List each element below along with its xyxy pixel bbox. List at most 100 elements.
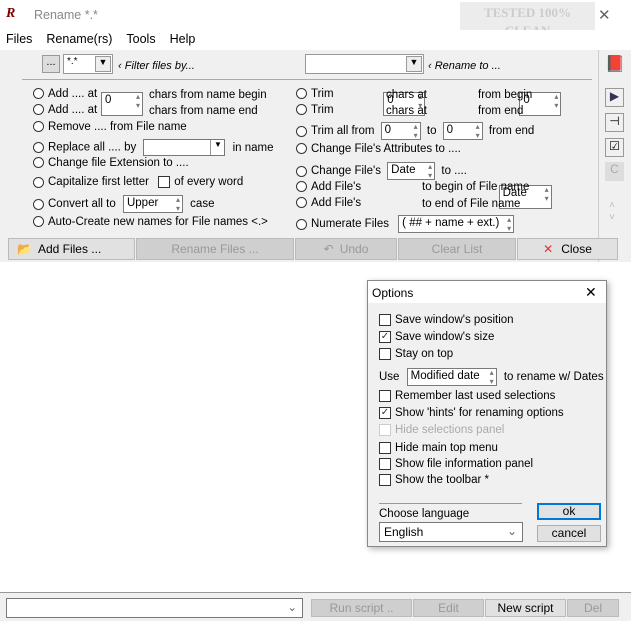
add-chars-spinner[interactable]: 0 xyxy=(101,92,143,116)
option-checkbox-row[interactable]: Hide main top menu xyxy=(379,442,498,454)
case-spinner[interactable]: Upper xyxy=(122,195,183,213)
close-window-button[interactable]: ✕ xyxy=(598,6,611,24)
checkbox[interactable] xyxy=(379,348,391,360)
option-replace[interactable]: Replace all .... by ▼ in name xyxy=(33,139,274,156)
close-button[interactable]: ✕ Close xyxy=(517,238,618,260)
app-icon: R xyxy=(6,6,16,21)
option-remove[interactable]: Remove .... from File name xyxy=(33,121,187,133)
dialog-title-bar: Options ✕ xyxy=(368,281,606,303)
label: from end xyxy=(488,125,535,138)
filter-combo[interactable]: *.* ▼ xyxy=(63,54,113,74)
label: Clear List xyxy=(431,242,483,256)
menu-tools[interactable]: Tools xyxy=(126,32,155,46)
radio[interactable] xyxy=(33,198,44,210)
option-numerate[interactable]: Numerate Files ( ## + name + ext.) xyxy=(296,215,515,233)
rename-files-button[interactable]: Rename Files ... xyxy=(136,238,294,260)
edit-button[interactable]: Edit xyxy=(413,599,484,617)
option-add-begin[interactable]: Add .... at xyxy=(33,88,97,100)
trim-from-spinner[interactable]: 0 xyxy=(380,122,421,140)
checkbox[interactable] xyxy=(379,314,391,326)
radio[interactable] xyxy=(296,125,307,137)
menu-files[interactable]: Files xyxy=(6,32,32,46)
option-checkbox-row[interactable]: Save window's position xyxy=(379,314,514,326)
radio[interactable] xyxy=(296,181,307,193)
radio[interactable] xyxy=(33,176,44,188)
option-change-date[interactable]: Change File's Date to .... xyxy=(296,162,467,180)
checkbox[interactable]: ✓ xyxy=(379,331,391,343)
option-checkbox-row[interactable]: Hide selections panel xyxy=(379,424,504,436)
dropdown-arrow-icon[interactable]: ▼ xyxy=(95,56,111,72)
run-script-button[interactable]: Run script .. xyxy=(311,599,412,617)
label: Change File's Attributes to .... xyxy=(311,143,461,155)
option-checkbox-row[interactable]: Show file information panel xyxy=(379,458,533,470)
new-script-button[interactable]: New script xyxy=(485,599,566,617)
book-icon[interactable]: 📕 xyxy=(605,54,625,74)
dropdown-arrow-icon[interactable]: ▼ xyxy=(210,140,224,155)
ok-button[interactable]: ok xyxy=(537,503,601,520)
option-auto-create[interactable]: Auto-Create new names for File names <.> xyxy=(33,216,268,228)
pin-icon[interactable]: ⊣ xyxy=(605,113,624,132)
checkbox[interactable] xyxy=(379,424,391,436)
c-icon[interactable]: C xyxy=(605,162,624,181)
checkbox[interactable] xyxy=(379,474,391,486)
radio[interactable] xyxy=(33,157,44,169)
option-trim-begin[interactable]: Trim xyxy=(296,88,334,100)
radio[interactable] xyxy=(33,104,44,116)
checklist-icon[interactable]: ☑ xyxy=(605,138,624,157)
play-icon[interactable]: ▶ xyxy=(605,88,624,107)
browse-button[interactable]: ... xyxy=(42,55,60,73)
radio[interactable] xyxy=(296,88,307,100)
add-files-button[interactable]: 📂 Add Files ... xyxy=(8,238,135,260)
radio[interactable] xyxy=(296,104,307,116)
label: chars at xyxy=(386,89,427,101)
checkbox[interactable]: ✓ xyxy=(379,407,391,419)
radio[interactable] xyxy=(33,121,44,133)
radio[interactable] xyxy=(296,218,307,230)
dialog-close-button[interactable]: ✕ xyxy=(585,284,597,301)
scroll-arrows-icon[interactable]: ˄ ˅ xyxy=(609,200,615,224)
checkbox[interactable] xyxy=(379,390,391,402)
option-trim-all[interactable]: Trim all from 0 to 0 from end xyxy=(296,122,534,140)
cancel-button[interactable]: cancel xyxy=(537,525,601,542)
option-capitalize[interactable]: Capitalize first letter of every word xyxy=(33,176,243,188)
option-checkbox-row[interactable]: ✓ Save window's size xyxy=(379,331,494,343)
date-spinner[interactable]: Date xyxy=(387,162,436,180)
replace-combo[interactable]: ▼ xyxy=(143,139,226,156)
option-change-attributes[interactable]: Change File's Attributes to .... xyxy=(296,143,461,155)
radio[interactable] xyxy=(33,88,44,100)
undo-button[interactable]: ↶ Undo xyxy=(295,238,397,260)
clear-list-button[interactable]: Clear List xyxy=(398,238,516,260)
del-button[interactable]: Del xyxy=(567,599,619,617)
label: Save window's position xyxy=(395,314,514,327)
option-checkbox-row[interactable]: ✓ Show 'hints' for renaming options xyxy=(379,407,564,419)
rename-to-combo[interactable]: ▼ xyxy=(305,54,424,74)
option-convert[interactable]: Convert all to Upper case xyxy=(33,195,214,213)
option-change-extension[interactable]: Change file Extension to .... xyxy=(33,157,189,169)
date-type-spinner[interactable]: Modified date xyxy=(406,368,497,386)
option-trim-end[interactable]: Trim xyxy=(296,104,334,116)
radio[interactable] xyxy=(296,143,307,155)
numerate-format-spinner[interactable]: ( ## + name + ext.) xyxy=(398,215,515,233)
language-select[interactable]: English ⌄ xyxy=(379,522,523,542)
option-checkbox-row[interactable]: Stay on top xyxy=(379,348,453,360)
script-select[interactable]: ⌄ xyxy=(6,598,303,618)
dropdown-arrow-icon[interactable]: ▼ xyxy=(406,56,422,72)
radio[interactable] xyxy=(296,197,307,209)
radio[interactable] xyxy=(33,142,44,153)
every-word-checkbox[interactable] xyxy=(158,176,171,188)
trim-to-spinner[interactable]: 0 xyxy=(442,122,483,140)
menu-help[interactable]: Help xyxy=(170,32,196,46)
checkbox[interactable] xyxy=(379,442,391,454)
folder-add-icon: 📂 xyxy=(17,242,32,256)
option-add-end[interactable]: Add .... at xyxy=(33,104,97,116)
option-checkbox-row[interactable]: Show the toolbar * xyxy=(379,474,489,486)
radio[interactable] xyxy=(296,165,307,177)
option-add-file-begin[interactable]: Add File's xyxy=(296,181,361,193)
option-add-file-end[interactable]: Add File's xyxy=(296,197,361,209)
value: Upper xyxy=(126,197,159,209)
menu-renamers[interactable]: Rename(rs) xyxy=(46,32,112,46)
radio[interactable] xyxy=(33,216,44,228)
checkbox[interactable] xyxy=(379,458,391,470)
label: Stay on top xyxy=(395,348,454,361)
option-checkbox-row[interactable]: Remember last used selections xyxy=(379,390,555,402)
